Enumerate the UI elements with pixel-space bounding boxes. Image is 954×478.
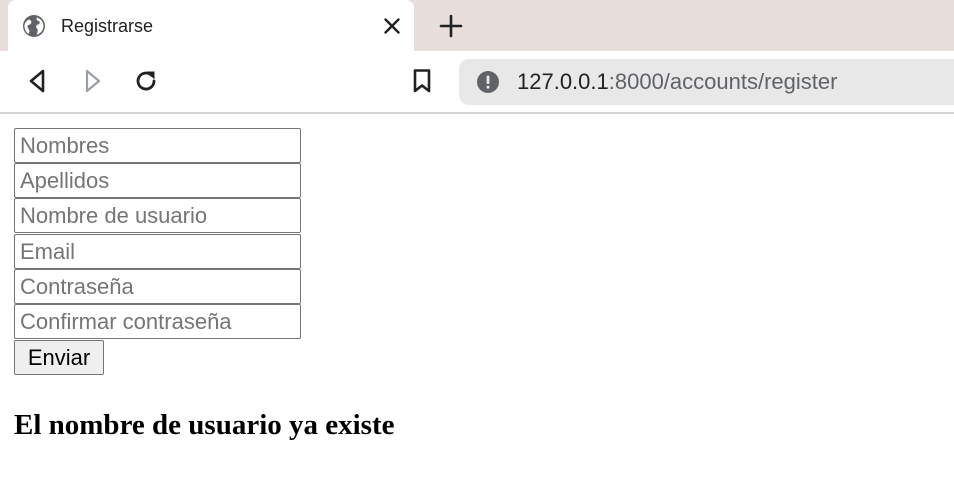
back-icon[interactable] [24, 67, 52, 95]
bookmark-icon[interactable] [408, 67, 436, 95]
globe-icon [23, 15, 45, 37]
confirm-password-input[interactable] [14, 304, 301, 339]
plus-icon[interactable] [438, 13, 464, 39]
tab-strip: Registrarse [0, 0, 954, 51]
forward-icon[interactable] [78, 67, 106, 95]
username-input[interactable] [14, 198, 301, 233]
url-path: :8000/accounts/register [608, 69, 838, 94]
tab-title: Registrarse [61, 16, 154, 36]
email-input[interactable] [14, 234, 301, 269]
apellidos-input[interactable] [14, 163, 301, 198]
url-text: 127.0.0.1:8000/accounts/register [517, 70, 837, 94]
address-bar[interactable]: 127.0.0.1:8000/accounts/register [459, 59, 954, 105]
password-input[interactable] [14, 269, 301, 304]
info-icon[interactable] [477, 71, 499, 93]
url-host: 127.0.0.1 [517, 69, 609, 94]
submit-button[interactable]: Enviar [14, 340, 104, 375]
error-message: El nombre de usuario ya existe [14, 409, 395, 441]
nombres-input[interactable] [14, 128, 301, 163]
reload-icon[interactable] [132, 67, 160, 95]
page-content: Enviar El nombre de usuario ya existe [0, 114, 954, 478]
browser-window: Registrarse 127.0.0.1:8000/accounts/regi… [0, 0, 954, 478]
close-icon[interactable] [380, 14, 404, 38]
browser-toolbar: 127.0.0.1:8000/accounts/register [0, 51, 954, 114]
tab-active[interactable]: Registrarse [8, 0, 414, 51]
